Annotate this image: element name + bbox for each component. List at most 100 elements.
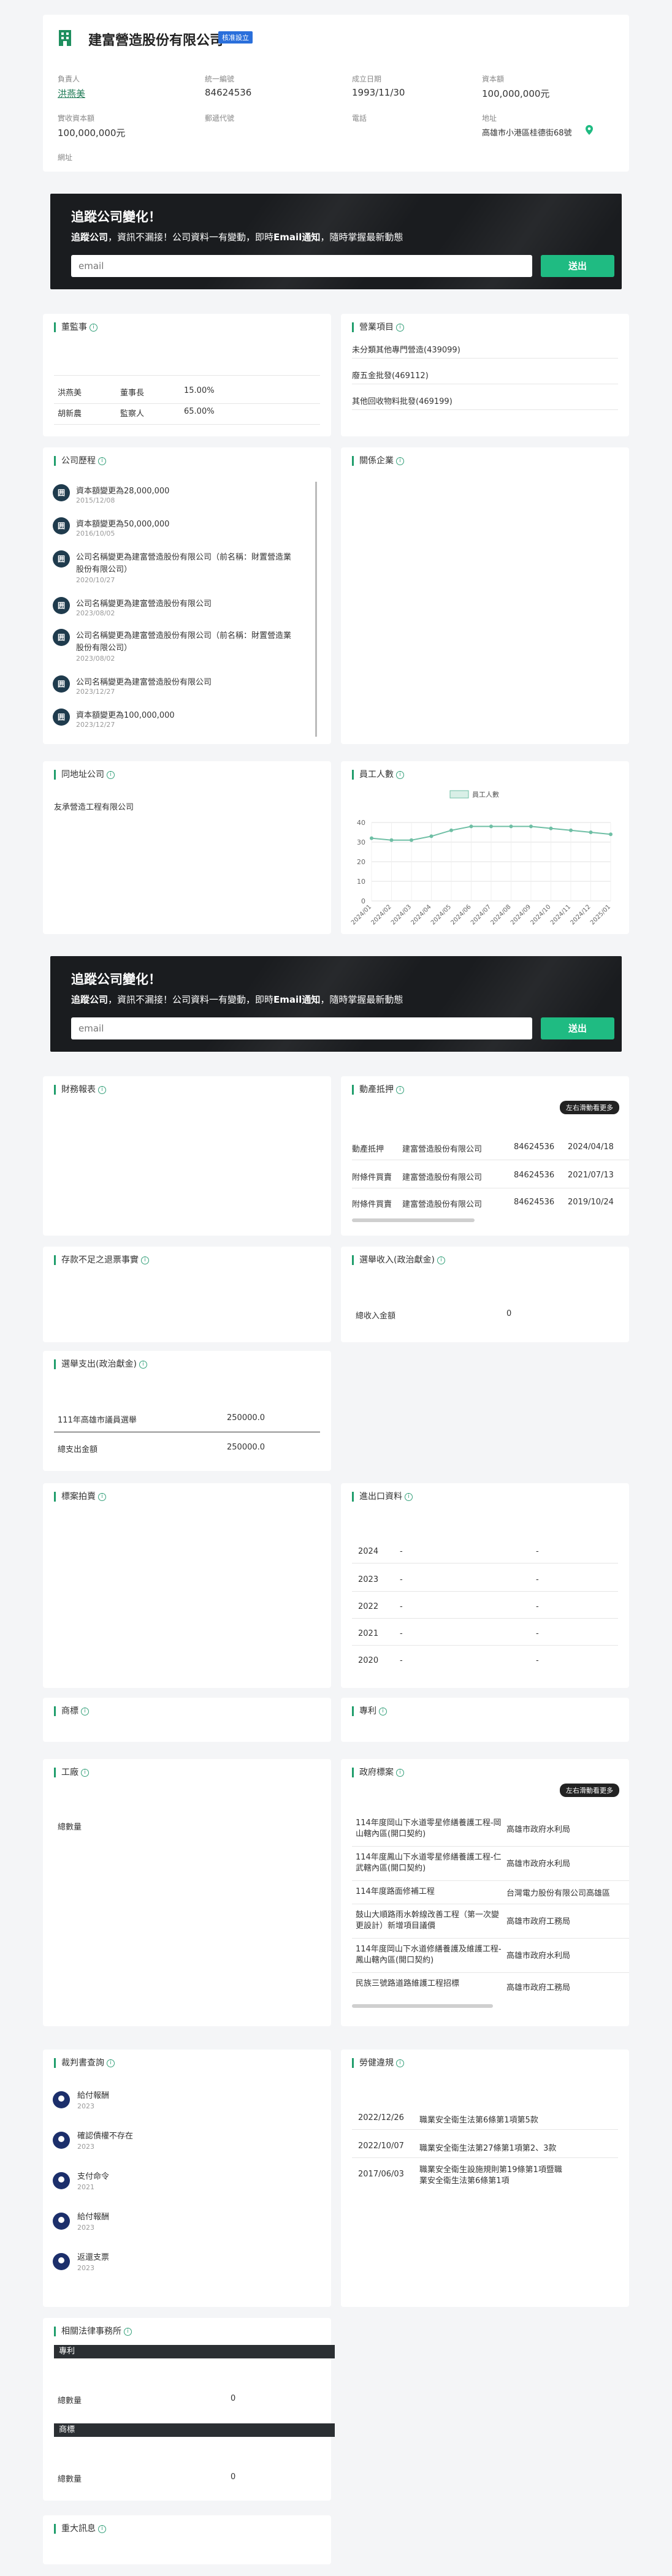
ie-import: - bbox=[400, 1629, 403, 1638]
submit-button[interactable]: 送出 bbox=[541, 1017, 614, 1039]
section-title: 勞健違規 i bbox=[352, 2058, 404, 2068]
movable-tax: 84624536 bbox=[514, 1142, 555, 1152]
trademark-head: 商標 bbox=[54, 2423, 335, 2437]
banner-text: 追蹤公司，資訊不漏接！公司資料一有變動，即時Email通知，隨時掌握最新動態 bbox=[71, 232, 403, 243]
judgment-name[interactable]: 確認債權不存在 bbox=[77, 2129, 133, 2141]
patent-total-label: 總數量 bbox=[58, 2396, 82, 2406]
field-label-phone: 電話 bbox=[352, 114, 367, 123]
swipe-hint: 左右滑動看更多 bbox=[560, 1784, 619, 1797]
follow-banner: 追蹤公司變化！ 追蹤公司，資訊不漏接！公司資料一有變動，即時Email通知，隨時… bbox=[50, 956, 622, 1052]
director-role: 董事長 bbox=[120, 389, 145, 398]
info-icon[interactable]: i bbox=[379, 1707, 387, 1715]
info-icon[interactable]: i bbox=[107, 770, 115, 779]
judgment-name[interactable]: 給付報酬 bbox=[77, 2210, 109, 2222]
judgment-name[interactable]: 支付命令 bbox=[77, 2170, 109, 2181]
movable-tax: 84624536 bbox=[514, 1198, 555, 1207]
horizontal-scrollbar[interactable] bbox=[352, 1218, 475, 1222]
x-tick-label: 2024/05 bbox=[430, 903, 452, 926]
section-title: 選舉支出(政治獻金) i bbox=[54, 1359, 147, 1369]
info-icon[interactable]: i bbox=[396, 2059, 404, 2067]
ie-export: - bbox=[536, 1547, 539, 1556]
field-label-postal: 郵遞代號 bbox=[205, 114, 235, 123]
labor-desc: 職業安全衛生設施規則第19條第1項暨職業安全衛生法第6條第1項 bbox=[419, 2165, 562, 2186]
email-input[interactable] bbox=[71, 1017, 532, 1039]
data-point bbox=[389, 838, 394, 842]
director-pct: 65.00% bbox=[184, 407, 215, 416]
director-name: 胡新農 bbox=[58, 409, 82, 419]
info-icon[interactable]: i bbox=[405, 1492, 413, 1501]
factory-card: 工廠 i 總數量 bbox=[43, 1759, 331, 2026]
info-icon[interactable]: i bbox=[98, 1085, 106, 1094]
status-badge: 核准設立 bbox=[218, 31, 253, 44]
gov-tender-card: 政府標案 i 左右滑動看更多 114年度岡山下水道零星修繕養護工程-岡山轄內區(開… bbox=[341, 1759, 629, 2026]
info-icon[interactable]: i bbox=[98, 2525, 106, 2533]
labor-desc: 職業安全衛生法第6條第1項第5款 bbox=[419, 2116, 538, 2125]
tender-agency: 高雄市政府水利局 bbox=[506, 1825, 571, 1834]
email-input[interactable] bbox=[71, 255, 532, 277]
field-value-address: 高雄市小港區桂德街68號 bbox=[482, 129, 572, 138]
trademark-card: 商標 i bbox=[43, 1698, 331, 1742]
judgment-name[interactable]: 返還支票 bbox=[77, 2251, 109, 2262]
field-value-founded: 1993/11/30 bbox=[352, 87, 405, 98]
field-value-capital: 100,000,000元 bbox=[482, 88, 550, 99]
section-title: 工廠 i bbox=[54, 1768, 89, 1777]
judgment-icon bbox=[53, 2213, 70, 2230]
info-icon[interactable]: i bbox=[90, 323, 97, 332]
x-tick-label: 2024/04 bbox=[410, 903, 432, 926]
same-address-item[interactable]: 友承營造工程有限公司 bbox=[54, 800, 134, 812]
owner-link[interactable]: 洪燕美 bbox=[58, 87, 85, 100]
info-icon[interactable]: i bbox=[98, 1492, 106, 1501]
info-icon[interactable]: i bbox=[396, 323, 404, 332]
info-icon[interactable]: i bbox=[98, 457, 106, 465]
info-icon[interactable]: i bbox=[396, 1768, 404, 1777]
movable-company: 建富營造股份有限公司 bbox=[402, 1173, 483, 1182]
tender-name: 114年度岡山下水道零星修繕養護工程-岡山轄內區(開口契約) bbox=[356, 1818, 502, 1839]
ie-import: - bbox=[400, 1575, 403, 1584]
section-title: 商標 i bbox=[54, 1706, 89, 1716]
section-title: 專利 i bbox=[352, 1706, 387, 1716]
employees-card: 員工人數 i 員工人數 0 10 20 30 40 2024/01 2024/02 2024/03… bbox=[341, 761, 629, 934]
info-icon[interactable]: i bbox=[396, 1085, 404, 1094]
judgment-year: 2021 bbox=[77, 2183, 94, 2191]
info-icon[interactable]: i bbox=[396, 770, 404, 779]
labor-date: 2017/06/03 bbox=[358, 2170, 404, 2179]
ie-export: - bbox=[536, 1602, 539, 1611]
movable-type: 動產抵押 bbox=[352, 1145, 384, 1154]
info-icon[interactable]: i bbox=[81, 1768, 89, 1777]
business-item: 廢五金批發(469112) bbox=[352, 371, 429, 381]
judgment-name[interactable]: 給付報酬 bbox=[77, 2089, 109, 2100]
tender-agency: 高雄市政府水利局 bbox=[506, 1860, 571, 1869]
info-icon[interactable]: i bbox=[124, 2327, 132, 2336]
movable-company: 建富營造股份有限公司 bbox=[402, 1200, 483, 1209]
info-icon[interactable]: i bbox=[396, 457, 404, 465]
info-icon[interactable]: i bbox=[139, 1360, 147, 1369]
company-name: 建富營造股份有限公司 bbox=[88, 33, 224, 48]
data-point bbox=[609, 832, 613, 837]
info-icon[interactable]: i bbox=[81, 1707, 89, 1715]
x-tick-label: 2024/06 bbox=[449, 903, 472, 926]
data-point bbox=[549, 826, 553, 830]
movable-type: 附條件買賣 bbox=[352, 1173, 392, 1182]
business-card: 營業項目 i 未分類其他專門營造(439099) 廢五金批發(469112) 其他… bbox=[341, 314, 629, 436]
submit-button[interactable]: 送出 bbox=[541, 255, 614, 277]
data-point bbox=[429, 834, 433, 838]
data-point bbox=[449, 828, 453, 832]
employees-line-chart: 員工人數0102030402024/012024/022024/032024/0… bbox=[350, 790, 613, 926]
tender-name: 鼓山大順路雨水幹線改善工程（第一次變更設計）新增項目議價 bbox=[356, 1910, 500, 1931]
section-title: 動產抵押 i bbox=[352, 1085, 404, 1095]
field-label-founded: 成立日期 bbox=[352, 75, 382, 83]
expense-amount: 250000.0 bbox=[227, 1413, 265, 1423]
field-label-paid-capital: 實收資本額 bbox=[58, 114, 95, 123]
expense-total-value: 250000.0 bbox=[227, 1443, 265, 1452]
info-icon[interactable]: i bbox=[107, 2059, 115, 2067]
section-title: 標案拍賣 i bbox=[54, 1492, 106, 1502]
info-icon[interactable]: i bbox=[141, 1256, 149, 1264]
x-tick-label: 2024/12 bbox=[569, 903, 592, 926]
map-pin-icon[interactable] bbox=[586, 125, 593, 135]
movable-date: 2019/10/24 bbox=[568, 1198, 614, 1207]
horizontal-scrollbar[interactable] bbox=[352, 2004, 493, 2008]
info-icon[interactable]: i bbox=[437, 1256, 445, 1264]
deposit-card: 存款不足之退票事實 i bbox=[43, 1247, 331, 1342]
movable-tax: 84624536 bbox=[514, 1171, 555, 1180]
x-tick-label: 2024/01 bbox=[350, 903, 373, 926]
